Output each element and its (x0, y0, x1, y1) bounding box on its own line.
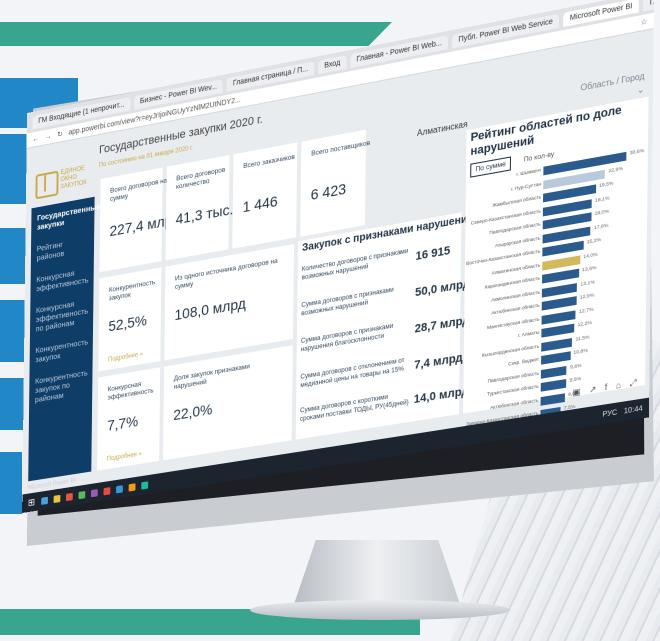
kpi-card-suppliers: Всего поставщиков 6 423 (300, 129, 370, 237)
windows-start-icon[interactable]: ⊞ (28, 496, 35, 508)
ranking-bar[interactable] (540, 392, 565, 406)
kpi-value: 7,7% (107, 412, 139, 434)
kpi-value: 6 423 (310, 179, 347, 204)
star-icon[interactable]: ☆ (640, 17, 647, 27)
taskbar-app-icon[interactable] (40, 496, 48, 505)
forward-icon[interactable]: → (45, 132, 52, 140)
ranking-bar-chart: г. Шымкент 30,6% г. Нур-Султан 22,9% Жамбылс… (463, 147, 648, 435)
kpi-label: Всего поставщиков (311, 139, 371, 158)
kpi-card-competitive-efficiency: Конкурсная эффективность 7,7% Подробнее … (97, 367, 161, 471)
violation-value: 28,7 млрд (414, 313, 470, 336)
ranking-value-label: 9,6% (569, 363, 582, 371)
ranking-value-label: 13,1% (580, 279, 595, 288)
ranking-value-label: 12,2% (577, 320, 593, 329)
violation-value: 16 915 (415, 244, 451, 264)
violation-value: 50,0 млрд (415, 277, 471, 300)
ranking-value-label: 22,9% (608, 166, 624, 175)
browser-tab[interactable]: Главная таблица П - П... (643, 0, 655, 11)
kpi-label: Доля закупок признаками нарушений (173, 362, 251, 392)
ranking-value-label: 12,7% (579, 306, 594, 315)
accent-bar (0, 452, 22, 514)
logo: ЕДИНОЕ ОКНО ЗАКУПОК (35, 160, 93, 202)
reload-icon[interactable]: ↻ (57, 130, 63, 139)
taskbar-app-icon[interactable] (90, 488, 98, 497)
ranking-value-label: 18,0% (594, 209, 610, 218)
chevron-down-icon[interactable]: ⌄ (637, 84, 644, 95)
ranking-value-label: 13,6% (581, 265, 597, 274)
details-link[interactable]: Подробнее » (108, 351, 143, 363)
region-filter-label: Область / Город (580, 71, 645, 93)
kpi-value: 1 446 (242, 192, 278, 216)
ranking-value-label: 9,5% (569, 376, 582, 384)
ranking-value-label: 15,2% (586, 237, 602, 246)
kpi-card-violation-share: Доля закупок признаками нарушений 22,0% (163, 345, 293, 461)
ranking-region-name: г. Алматы (517, 329, 540, 339)
logo-mark-icon (35, 170, 59, 200)
ranking-value-label: 11,5% (575, 334, 590, 343)
region-filter-value[interactable]: Алматинская (417, 119, 468, 138)
ranking-value-label: 14,0% (583, 251, 598, 260)
ranking-bar[interactable] (541, 351, 571, 365)
kpi-value: 52,5% (108, 311, 148, 335)
kpi-card-customers: Всего заказчиков 1 446 (232, 142, 298, 249)
accent-bar (0, 228, 28, 284)
kpi-card-contracts-sum: Всего договоров на сумму 227,4 млрд (99, 167, 180, 273)
ranking-bar[interactable] (540, 379, 567, 392)
taskbar-clock: 10:44 (623, 404, 643, 416)
taskbar-app-icon[interactable] (78, 490, 85, 499)
kpi-card-single-source: Из одного источника договоров на сумму 1… (164, 244, 295, 361)
ranking-value-label: 30,6% (629, 148, 645, 157)
ranking-value-label: 18,1% (594, 195, 610, 204)
browser-tab[interactable]: Вход (318, 54, 347, 74)
taskbar-app-icon[interactable] (53, 494, 60, 503)
ranking-bar[interactable] (540, 365, 567, 379)
share-icon[interactable]: ↗ (589, 384, 596, 396)
ranking-panel: Рейтинг областей по доле нарушений По су… (463, 96, 649, 427)
taskbar-app-icon[interactable] (140, 480, 148, 490)
monitor-stand-base (250, 600, 510, 620)
kpi-value: 108,0 млрд (174, 294, 246, 324)
ranking-value-label: 12,9% (579, 293, 595, 302)
violation-value: 14,0 млрд (413, 384, 469, 407)
ranking-value-label: 19,5% (598, 181, 614, 190)
ranking-bar[interactable] (541, 337, 573, 352)
taskbar-lang: РУС (602, 408, 618, 419)
kpi-value: 41,3 тыс. (175, 200, 234, 228)
kpi-card-competitiveness: Конкурентность закупок 52,5% Подробнее » (98, 267, 162, 372)
taskbar-app-icon[interactable] (65, 492, 73, 501)
kpi-label: Из одного источника договоров на сумму (174, 257, 278, 292)
bookmark-icon[interactable]: ⌂ (616, 380, 621, 392)
facebook-icon[interactable]: f (605, 382, 608, 393)
violation-label: Количество договоров с признаками возмож… (301, 247, 409, 282)
ranking-region-name: г. Нур-Султан (510, 180, 542, 192)
top-accent-stripe (0, 22, 392, 46)
taskbar-app-icon[interactable] (115, 484, 123, 494)
accent-bar (0, 378, 25, 430)
ranking-value-label: 17,8% (593, 222, 609, 231)
logo-text: ЕДИНОЕ ОКНО ЗАКУПОК (60, 165, 87, 191)
ranking-bar[interactable] (541, 323, 575, 338)
ranking-region-name: Секр. бюджет (508, 356, 540, 367)
taskbar-app-icon[interactable] (103, 486, 110, 495)
sidebar: Государственные закупки Рейтинг районов … (28, 196, 101, 482)
kpi-card-contracts-count: Всего договоров количество 41,3 тыс. (165, 155, 233, 261)
ranking-value-label: 10,8% (573, 348, 588, 357)
kpi-value: 22,0% (173, 400, 213, 424)
back-icon[interactable]: ← (32, 135, 39, 143)
expand-icon[interactable]: ⤢ (630, 378, 637, 390)
violation-value: 7,4 млрд (414, 351, 463, 373)
ranking-bar[interactable] (541, 309, 576, 325)
taskbar-app-icon[interactable] (128, 482, 136, 492)
details-link[interactable]: Подробнее » (107, 451, 142, 463)
pin-icon[interactable]: ▣ (573, 386, 581, 398)
violations-panel: Закупок с признаками нарушений Количеств… (295, 212, 474, 440)
